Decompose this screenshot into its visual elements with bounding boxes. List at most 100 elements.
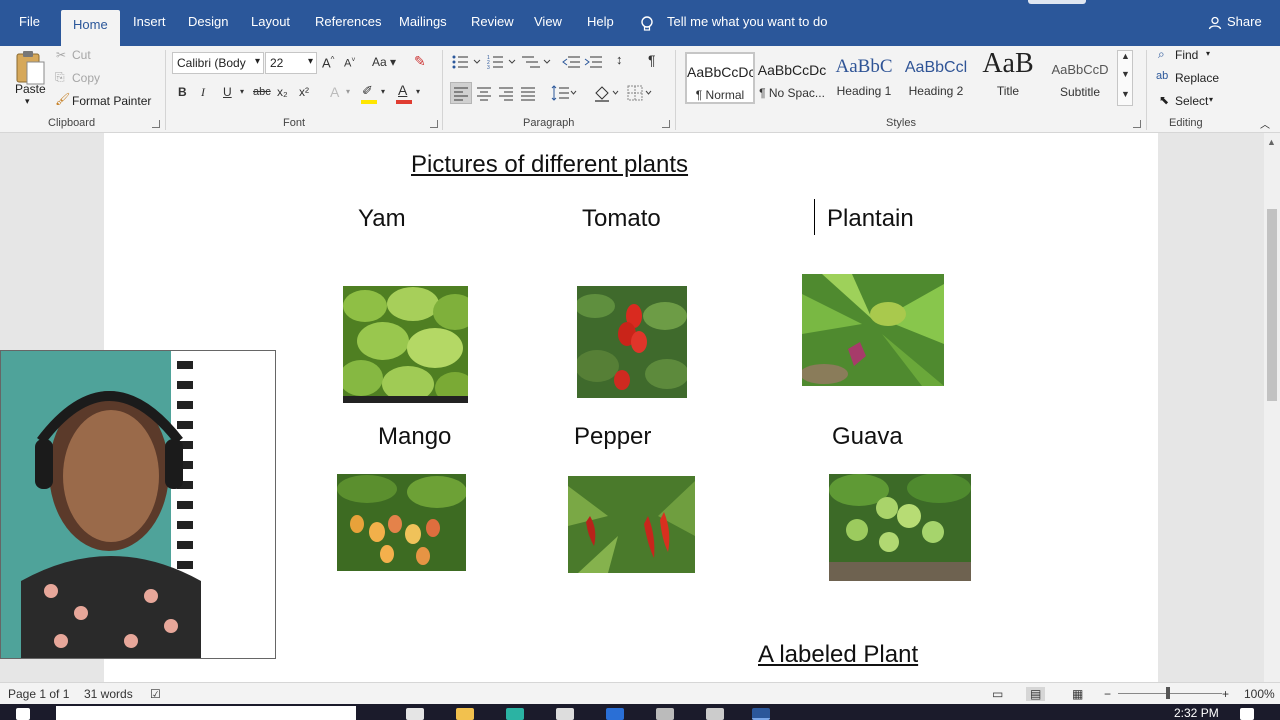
tab-insert[interactable]: Insert — [133, 14, 166, 29]
app-icon[interactable] — [656, 708, 674, 720]
taskbar-search-box[interactable] — [56, 706, 356, 720]
bullets-icon[interactable] — [452, 54, 486, 70]
bold-button[interactable]: B — [178, 85, 187, 99]
italic-button[interactable]: I — [201, 85, 205, 100]
mango-image[interactable] — [337, 474, 466, 571]
guava-image[interactable] — [829, 474, 971, 581]
zoom-in-icon[interactable]: + — [1222, 687, 1229, 701]
strikethrough-button[interactable]: abc — [253, 86, 271, 98]
chevron-down-icon[interactable]: ▾ — [255, 56, 260, 67]
change-case-icon[interactable]: Aa ▾ — [372, 55, 396, 69]
zoom-level[interactable]: 100% — [1244, 687, 1275, 701]
share-button[interactable]: Share — [1227, 14, 1262, 29]
notifications-icon[interactable] — [1240, 708, 1254, 720]
grow-font-icon[interactable]: A^ — [322, 55, 334, 70]
font-color-icon[interactable]: A — [398, 82, 407, 98]
paste-button[interactable]: Paste — [15, 82, 46, 96]
chevron-down-icon[interactable]: ▾ — [1206, 49, 1210, 58]
font-size-combo[interactable]: 22 ▾ — [265, 52, 317, 74]
edge-browser-icon[interactable] — [506, 708, 524, 720]
borders-icon[interactable] — [625, 83, 655, 103]
title-bar-mini-control[interactable] — [1028, 0, 1086, 4]
subscript-button[interactable]: x₂ — [277, 85, 288, 99]
line-spacing-icon[interactable] — [550, 83, 578, 103]
align-left-button[interactable] — [450, 82, 472, 104]
clear-formatting-icon[interactable]: ✎ — [414, 53, 426, 70]
collapse-ribbon-icon[interactable]: ︿ — [1260, 116, 1270, 131]
superscript-button[interactable]: x² — [299, 85, 309, 99]
tab-file[interactable]: File — [19, 14, 40, 29]
zoom-out-icon[interactable]: − — [1104, 687, 1111, 701]
chevron-down-icon[interactable]: ▾ — [308, 56, 313, 67]
pepper-image[interactable] — [568, 476, 695, 573]
shrink-font-icon[interactable]: A˅ — [344, 57, 355, 70]
style-no-spacing[interactable]: AaBbCcDc ¶ No Spac... — [757, 52, 827, 104]
styles-gallery-scroll[interactable]: ▲ ▼ ▼ — [1117, 50, 1133, 106]
page-count[interactable]: Page 1 of 1 — [8, 687, 69, 701]
store-icon[interactable] — [556, 708, 574, 720]
align-right-icon[interactable] — [496, 83, 516, 103]
style-normal[interactable]: AaBbCcDc ¶ Normal — [685, 52, 755, 104]
chevron-down-icon[interactable]: ▾ — [346, 87, 350, 96]
style-subtitle[interactable]: AaBbCcD Subtitle — [1045, 52, 1115, 104]
select-button[interactable]: Select — [1175, 94, 1208, 108]
style-heading-2[interactable]: AaBbCcl Heading 2 — [901, 52, 971, 104]
tab-design[interactable]: Design — [188, 14, 228, 29]
highlighter-icon[interactable]: ✐ — [362, 83, 373, 99]
paste-clipboard-icon[interactable] — [14, 50, 46, 86]
tab-home[interactable]: Home — [61, 10, 120, 46]
web-layout-icon[interactable]: ▦ — [1072, 687, 1083, 701]
increase-indent-icon[interactable] — [584, 54, 602, 70]
word-taskbar-icon[interactable] — [752, 708, 770, 720]
tell-me-search[interactable]: Tell me what you want to do — [667, 14, 827, 29]
text-effects-icon[interactable]: A — [330, 84, 339, 100]
chevron-down-icon[interactable]: ▾ — [416, 87, 420, 96]
tab-mailings[interactable]: Mailings — [399, 14, 447, 29]
clipboard-launcher-icon[interactable] — [152, 120, 160, 128]
print-layout-icon[interactable]: ▤ — [1026, 687, 1046, 701]
show-formatting-marks-icon[interactable]: ¶ — [648, 52, 656, 68]
zoom-slider-track[interactable] — [1118, 693, 1222, 694]
chevron-down-icon[interactable]: ▾ — [381, 87, 385, 96]
tomato-image[interactable] — [577, 286, 687, 398]
replace-button[interactable]: Replace — [1175, 71, 1219, 85]
sort-icon[interactable]: ↕ — [616, 52, 623, 67]
justify-icon[interactable] — [518, 83, 538, 103]
read-mode-icon[interactable]: ▭ — [992, 687, 1003, 701]
paragraph-launcher-icon[interactable] — [662, 120, 670, 128]
tab-review[interactable]: Review — [471, 14, 514, 29]
proofing-icon[interactable]: ☑ — [150, 687, 161, 701]
chevron-down-icon[interactable]: ▾ — [240, 87, 244, 96]
zoom-slider-thumb[interactable] — [1166, 687, 1170, 699]
multilevel-list-icon[interactable] — [522, 54, 556, 70]
task-view-icon[interactable] — [406, 708, 424, 720]
styles-launcher-icon[interactable] — [1133, 120, 1141, 128]
vertical-scrollbar[interactable]: ▲ — [1264, 133, 1280, 682]
more-styles-icon[interactable]: ▼ — [1121, 89, 1130, 99]
chevron-down-icon[interactable]: ▾ — [1209, 95, 1213, 104]
tab-help[interactable]: Help — [587, 14, 614, 29]
shading-icon[interactable] — [592, 83, 622, 103]
align-center-icon[interactable] — [474, 83, 494, 103]
style-heading-1[interactable]: AaBbC Heading 1 — [829, 52, 899, 104]
numbering-icon[interactable]: 1 2 3 — [487, 54, 521, 70]
tab-references[interactable]: References — [315, 14, 381, 29]
mail-icon[interactable] — [606, 708, 624, 720]
cut-button[interactable]: Cut — [72, 48, 91, 62]
tab-view[interactable]: View — [534, 14, 562, 29]
tab-layout[interactable]: Layout — [251, 14, 290, 29]
chevron-down-icon[interactable]: ▼ — [1121, 69, 1130, 79]
underline-button[interactable]: U — [223, 85, 232, 99]
windows-start-icon[interactable] — [16, 708, 30, 720]
format-painter-button[interactable]: Format Painter — [72, 94, 151, 108]
font-launcher-icon[interactable] — [430, 120, 438, 128]
file-explorer-icon[interactable] — [456, 708, 474, 720]
chevron-up-icon[interactable]: ▲ — [1121, 51, 1130, 61]
style-title[interactable]: AaB Title — [973, 48, 1043, 104]
find-button[interactable]: Find — [1175, 48, 1198, 62]
copy-button[interactable]: Copy — [72, 71, 100, 85]
word-count[interactable]: 31 words — [84, 687, 133, 701]
yam-image[interactable] — [343, 286, 468, 403]
scrollbar-thumb[interactable] — [1267, 209, 1277, 401]
scroll-up-icon[interactable]: ▲ — [1267, 137, 1276, 147]
